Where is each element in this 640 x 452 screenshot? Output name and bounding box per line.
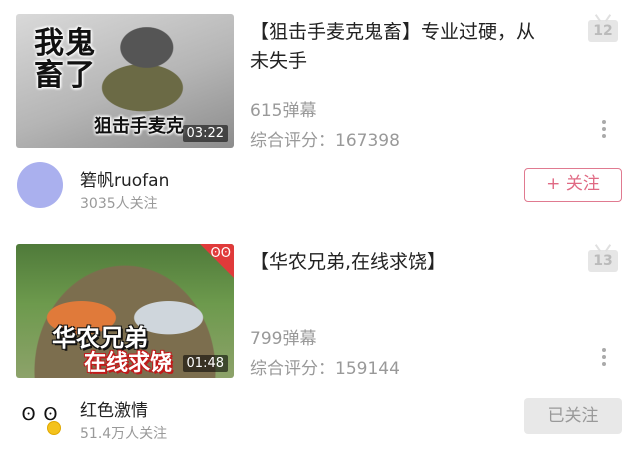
more-options-icon[interactable] [596, 348, 612, 372]
video-list: 我鬼畜了 狙击手麦克 03:22 【狙击手麦克鬼畜】专业过硬，从未失手 615弹… [0, 0, 640, 452]
thumbnail-caption: 我鬼畜了 [34, 26, 96, 93]
thumbnail-caption: 在线求饶 [84, 351, 173, 376]
score-label: 综合评分： [250, 131, 335, 151]
uploader-name[interactable]: 红色激情 [80, 396, 148, 421]
tv-rank-icon: 12 [588, 20, 618, 42]
vip-badge-icon [47, 421, 61, 435]
tv-rank-icon: 13 [588, 250, 618, 272]
follow-button[interactable]: + 关注 [524, 168, 622, 202]
score-value: 159144 [335, 359, 400, 379]
thumbnail-caption: 华农兄弟 [52, 324, 148, 352]
video-thumbnail[interactable]: 我鬼畜了 狙击手麦克 03:22 [16, 14, 234, 148]
avatar[interactable] [17, 162, 63, 208]
video-duration: 03:22 [182, 125, 228, 142]
video-thumbnail[interactable]: 华农兄弟 在线求饶 ʘʘ 01:48 [16, 244, 234, 378]
uploader-fans: 3035人关注 [80, 196, 158, 212]
video-title[interactable]: 【华农兄弟,在线求饶】 [250, 248, 550, 277]
video-title[interactable]: 【狙击手麦克鬼畜】专业过硬，从未失手 [250, 18, 550, 76]
danmaku-count: 799弹幕 [250, 329, 317, 349]
score-line: 综合评分：167398 [250, 126, 400, 151]
thumbnail-caption: 狙击手麦克 [94, 116, 184, 137]
score-label: 综合评分： [250, 359, 335, 379]
face-icon: ʘʘ [210, 246, 231, 261]
uploader-fans: 51.4万人关注 [80, 426, 168, 442]
video-duration: 01:48 [182, 355, 228, 372]
uploader-name[interactable]: 箬帆ruofan [80, 166, 169, 191]
score-line: 综合评分：159144 [250, 354, 400, 379]
followed-button[interactable]: 已关注 [524, 398, 622, 434]
avatar[interactable]: ʘ ʘ [17, 392, 63, 438]
score-value: 167398 [335, 131, 400, 151]
danmaku-count: 615弹幕 [250, 101, 317, 121]
more-options-icon[interactable] [596, 120, 612, 144]
